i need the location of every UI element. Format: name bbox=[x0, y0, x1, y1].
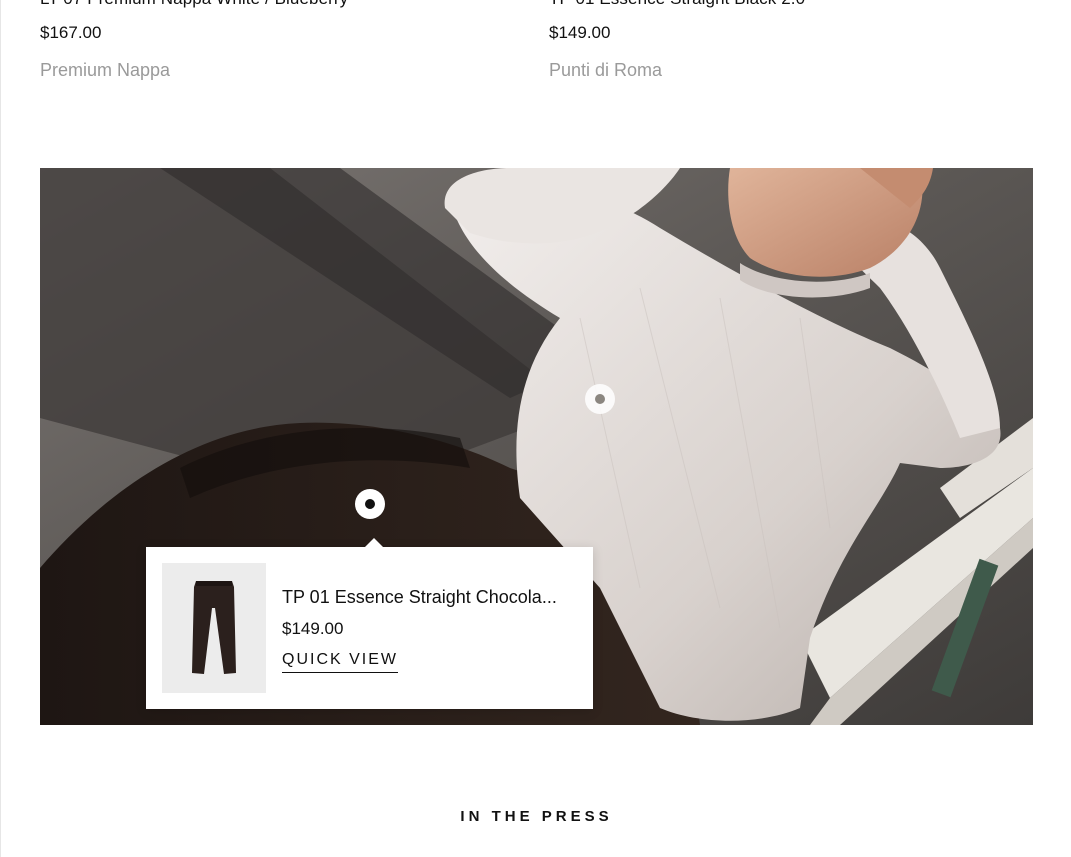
shop-the-look-image: TP 01 Essence Straight Chocola... $149.0… bbox=[40, 168, 1033, 725]
trousers-image bbox=[192, 581, 236, 674]
product-title[interactable]: TP 01 Essence Straight Black 2.0 bbox=[549, 0, 1029, 10]
quick-view-link[interactable]: QUICK VIEW bbox=[282, 649, 399, 673]
product-price: $167.00 bbox=[40, 23, 102, 42]
hotspot-pants[interactable] bbox=[355, 489, 385, 519]
popup-product-title[interactable]: TP 01 Essence Straight Chocola... bbox=[282, 585, 580, 609]
product-card[interactable]: LT 07 Premium Nappa White / Blueberry $1… bbox=[40, 0, 520, 81]
hotspot-shirt[interactable] bbox=[585, 384, 615, 414]
product-grid: LT 07 Premium Nappa White / Blueberry $1… bbox=[40, 0, 1033, 100]
product-popup[interactable]: TP 01 Essence Straight Chocola... $149.0… bbox=[146, 538, 593, 709]
hotspot-dot bbox=[365, 499, 375, 509]
product-title[interactable]: LT 07 Premium Nappa White / Blueberry bbox=[40, 0, 520, 10]
page: LT 07 Premium Nappa White / Blueberry $1… bbox=[0, 0, 1071, 857]
product-card[interactable]: TP 01 Essence Straight Black 2.0 $149.00… bbox=[549, 0, 1029, 81]
product-collection: Premium Nappa bbox=[40, 60, 171, 80]
hotspot-dot bbox=[595, 394, 605, 404]
product-thumbnail[interactable] bbox=[162, 563, 266, 693]
product-price: $149.00 bbox=[549, 23, 611, 42]
popup-caret bbox=[364, 538, 384, 548]
press-section-heading: IN THE PRESS bbox=[460, 808, 613, 825]
popup-product-price: $149.00 bbox=[282, 619, 344, 638]
product-collection: Punti di Roma bbox=[549, 60, 663, 80]
